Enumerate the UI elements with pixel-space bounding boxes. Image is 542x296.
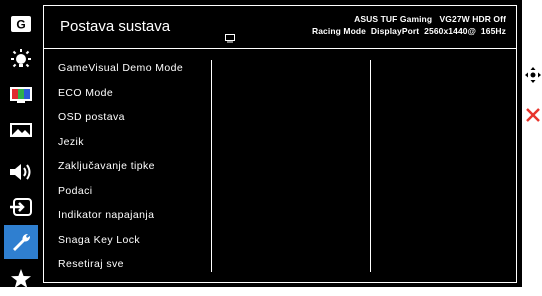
input-select-icon[interactable] <box>4 190 38 224</box>
menu-item-key-lock[interactable]: Zaključavanje tipke <box>58 154 208 179</box>
status-line-mode: Racing Mode DisplayPort 2560x1440@ 165Hz <box>311 26 506 36</box>
five-way-joystick-icon <box>524 66 542 84</box>
menu-item-information[interactable]: Podaci <box>58 179 208 204</box>
system-setup-panel: Postava sustava ASUS TUF Gaming VG27W HD… <box>43 5 517 283</box>
gamevisual-letter: G <box>16 18 25 32</box>
menu-item-eco-mode[interactable]: ECO Mode <box>58 81 208 106</box>
monitor-icon <box>225 30 235 48</box>
menu-item-gamevisual-demo-mode[interactable]: GameVisual Demo Mode <box>58 56 208 81</box>
menu-item-power-key-lock[interactable]: Snaga Key Lock <box>58 228 208 253</box>
menu-item-language[interactable]: Jezik <box>58 130 208 155</box>
myfavorite-star-icon[interactable] <box>4 262 38 296</box>
status-line-model: ASUS TUF Gaming VG27W HDR Off <box>354 14 506 24</box>
column-divider-1 <box>211 60 212 272</box>
column-divider-2 <box>370 60 371 272</box>
submenu-list: GameVisual Demo Mode ECO Mode OSD postav… <box>58 56 208 277</box>
image-icon[interactable] <box>4 113 38 147</box>
category-rail: G <box>0 0 42 288</box>
bluelight-filter-icon[interactable] <box>4 43 38 77</box>
menu-item-osd-setup[interactable]: OSD postava <box>58 105 208 130</box>
page-title: Postava sustava <box>60 18 171 35</box>
color-icon[interactable] <box>4 78 38 112</box>
sound-icon[interactable] <box>4 155 38 189</box>
osd-window: G Postava sustava ASUS TUF Gaming VG27W … <box>0 0 522 288</box>
menu-item-power-indicator[interactable]: Indikator napajanja <box>58 203 208 228</box>
close-icon <box>524 106 542 124</box>
system-setup-icon[interactable] <box>4 225 38 259</box>
gamevisual-icon[interactable]: G <box>4 7 38 41</box>
header-divider <box>44 48 516 49</box>
menu-item-reset-all[interactable]: Resetiraj sve <box>58 252 208 277</box>
